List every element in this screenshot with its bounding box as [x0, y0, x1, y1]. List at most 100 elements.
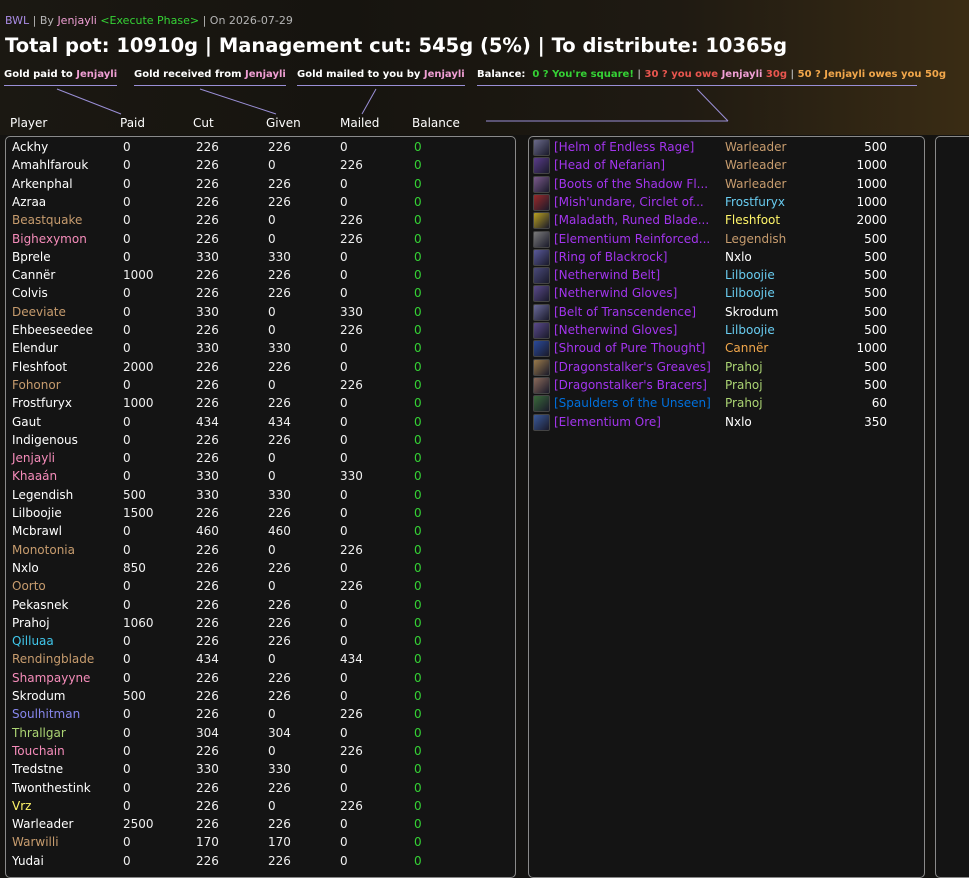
- table-row[interactable]: Elendur 0 330 330 0 0: [6, 339, 506, 357]
- table-row[interactable]: Shampayyne 0 226 226 0 0: [6, 669, 506, 687]
- player-name: Azraa: [12, 194, 47, 209]
- player-name: Ackhy: [12, 140, 49, 154]
- table-row[interactable]: Fleshfoot 2000 226 226 0 0: [6, 358, 506, 376]
- paid-cell: 0: [123, 579, 131, 594]
- table-row[interactable]: Lilboojie 1500 226 226 0 0: [6, 504, 506, 522]
- table-row[interactable]: Fohonor 0 226 0 226 0: [6, 376, 506, 394]
- table-row[interactable]: Frostfuryx 1000 226 226 0 0: [6, 394, 506, 412]
- ring-icon: [533, 193, 550, 211]
- table-row[interactable]: Nxlo 850 226 226 0 0: [6, 559, 506, 577]
- given-cell: 330: [268, 487, 291, 502]
- table-row[interactable]: Monotonia 0 226 0 226 0: [6, 541, 506, 559]
- table-row[interactable]: Khaaán 0 330 0 330 0: [6, 467, 506, 485]
- list-item[interactable]: [Netherwind Gloves] Lilboojie 500: [529, 321, 924, 339]
- list-item[interactable]: [Elementium Ore] Nxlo 350: [529, 413, 924, 431]
- table-row[interactable]: Soulhitman 0 226 0 226 0: [6, 705, 506, 723]
- player-name: Cannër: [12, 268, 56, 283]
- item-link[interactable]: [Boots of the Shadow Fl...: [554, 175, 708, 193]
- item-link[interactable]: [Spaulders of the Unseen]: [554, 394, 711, 412]
- item-link[interactable]: [Mish'undare, Circlet of...: [554, 193, 704, 211]
- balance-cell: 0: [414, 689, 422, 703]
- table-row[interactable]: Vrz 0 226 0 226 0: [6, 797, 506, 815]
- cut-cell: 226: [196, 615, 219, 630]
- table-row[interactable]: Mcbrawl 0 460 460 0 0: [6, 522, 506, 540]
- player-name: Khaaán: [12, 469, 58, 484]
- list-item[interactable]: [Dragonstalker's Greaves] Prahoj 500: [529, 358, 924, 376]
- balance-cell: 0: [414, 231, 422, 246]
- table-row[interactable]: Prahoj 1060 226 226 0 0: [6, 614, 506, 632]
- item-link[interactable]: [Dragonstalker's Greaves]: [554, 358, 711, 376]
- item-link[interactable]: [Dragonstalker's Bracers]: [554, 376, 707, 394]
- list-item[interactable]: [Dragonstalker's Bracers] Prahoj 500: [529, 376, 924, 394]
- item-link[interactable]: [Shroud of Pure Thought]: [554, 339, 705, 357]
- table-row[interactable]: Legendish 500 330 330 0 0: [6, 486, 506, 504]
- mailed-cell: 226: [340, 579, 363, 594]
- item-link[interactable]: [Netherwind Belt]: [554, 266, 660, 284]
- table-row[interactable]: Yudai 0 226 226 0 0: [6, 852, 506, 870]
- table-row[interactable]: Amahlfarouk 0 226 0 226 0: [6, 156, 506, 174]
- item-link[interactable]: [Helm of Endless Rage]: [554, 138, 694, 156]
- table-row[interactable]: Gaut 0 434 434 0 0: [6, 413, 506, 431]
- table-row[interactable]: Rendingblade 0 434 0 434 0: [6, 650, 506, 668]
- table-row[interactable]: Cannër 1000 226 226 0 0: [6, 266, 506, 284]
- table-row[interactable]: Pekasnek 0 226 226 0 0: [6, 596, 506, 614]
- column-header-player: Player: [10, 116, 48, 130]
- cut-cell: 330: [196, 341, 219, 356]
- list-item[interactable]: [Boots of the Shadow Fl... Warleader 1000: [529, 175, 924, 193]
- player-name: Indigenous: [12, 432, 78, 447]
- table-row[interactable]: Jenjayli 0 226 0 0 0: [6, 449, 506, 467]
- table-row[interactable]: Azraa 0 226 226 0 0: [6, 193, 506, 211]
- item-link[interactable]: [Head of Nefarian]: [554, 156, 665, 174]
- balance-cell: 0: [414, 542, 422, 557]
- list-item[interactable]: [Helm of Endless Rage] Warleader 500: [529, 138, 924, 156]
- list-item[interactable]: [Elementium Reinforced... Legendish 500: [529, 230, 924, 248]
- paid-cell: 0: [123, 542, 131, 557]
- item-link[interactable]: [Elementium Reinforced...: [554, 230, 710, 248]
- table-row[interactable]: Ehbeeseedee 0 226 0 226 0: [6, 321, 506, 339]
- table-row[interactable]: Bighexymon 0 226 0 226 0: [6, 230, 506, 248]
- list-item[interactable]: [Belt of Transcendence] Skrodum 500: [529, 303, 924, 321]
- table-row[interactable]: Tredstne 0 330 330 0 0: [6, 760, 506, 778]
- item-link[interactable]: [Maladath, Runed Blade...: [554, 211, 709, 229]
- table-row[interactable]: Indigenous 0 226 226 0 0: [6, 431, 506, 449]
- paid-cell: 0: [123, 286, 131, 301]
- item-link[interactable]: [Elementium Ore]: [554, 413, 661, 431]
- table-row[interactable]: Bprele 0 330 330 0 0: [6, 248, 506, 266]
- item-link[interactable]: [Belt of Transcendence]: [554, 303, 696, 321]
- player-name: Arkenphal: [12, 176, 73, 191]
- table-row[interactable]: Beastquake 0 226 0 226 0: [6, 211, 506, 229]
- list-item[interactable]: [Netherwind Gloves] Lilboojie 500: [529, 284, 924, 303]
- column-header-paid: Paid: [120, 116, 146, 130]
- balance-cell: 0: [414, 780, 422, 795]
- table-row[interactable]: Deeviate 0 330 0 330 0: [6, 303, 506, 321]
- list-item[interactable]: [Head of Nefarian] Warleader 1000: [529, 156, 924, 175]
- player-list-panel[interactable]: Ackhy 0 226 226 0 0 Amahlfarouk 0 226 0 226 0 Arkenp…: [5, 136, 516, 878]
- player-name: Yudai: [12, 853, 44, 868]
- given-cell: 226: [268, 432, 291, 447]
- item-link[interactable]: [Netherwind Gloves]: [554, 284, 677, 302]
- balance-cell: 0: [414, 670, 422, 685]
- list-item[interactable]: [Spaulders of the Unseen] Prahoj 60: [529, 394, 924, 413]
- table-row[interactable]: Colvis 0 226 226 0 0: [6, 284, 506, 302]
- table-row[interactable]: Warwilli 0 170 170 0 0: [6, 833, 506, 851]
- table-row[interactable]: Arkenphal 0 226 226 0 0: [6, 175, 506, 193]
- table-row[interactable]: Oorto 0 226 0 226 0: [6, 577, 506, 595]
- item-link[interactable]: [Ring of Blackrock]: [554, 248, 667, 266]
- list-item[interactable]: [Shroud of Pure Thought] Cannër 1000: [529, 339, 924, 358]
- list-item[interactable]: [Mish'undare, Circlet of... Frostfuryx 100…: [529, 193, 924, 211]
- item-link[interactable]: [Netherwind Gloves]: [554, 321, 677, 339]
- table-row[interactable]: Skrodum 500 226 226 0 0: [6, 687, 506, 705]
- table-row[interactable]: Qilluaa 0 226 226 0 0: [6, 632, 506, 650]
- cut-cell: 226: [196, 853, 219, 868]
- table-row[interactable]: Ackhy 0 226 226 0 0: [6, 138, 506, 156]
- table-row[interactable]: Warleader 2500 226 226 0 0: [6, 815, 506, 833]
- legend-separator: |: [637, 69, 642, 80]
- list-item[interactable]: [Maladath, Runed Blade... Fleshfoot 2000: [529, 211, 924, 230]
- loot-list-panel[interactable]: [Helm of Endless Rage] Warleader 500 [Head …: [528, 136, 925, 878]
- table-row[interactable]: Twonthestink 0 226 226 0 0: [6, 779, 506, 797]
- table-row[interactable]: Thrallgar 0 304 304 0 0: [6, 724, 506, 742]
- table-row[interactable]: Touchain 0 226 0 226 0: [6, 742, 506, 760]
- mailed-cell: 0: [340, 286, 348, 301]
- list-item[interactable]: [Netherwind Belt] Lilboojie 500: [529, 266, 924, 285]
- list-item[interactable]: [Ring of Blackrock] Nxlo 500: [529, 248, 924, 266]
